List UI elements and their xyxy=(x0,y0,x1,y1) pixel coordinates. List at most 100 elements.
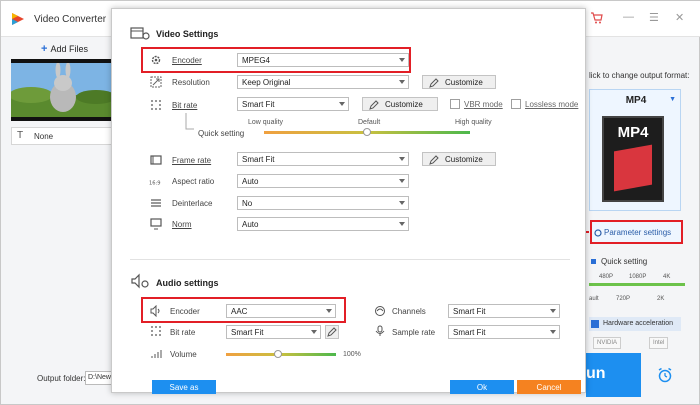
format-box-text: MP4 xyxy=(617,124,649,141)
hw-checkbox-icon xyxy=(591,320,599,328)
audio-bitrate-select[interactable]: Smart Fit xyxy=(226,325,321,339)
lossless-mode-checkbox[interactable] xyxy=(511,99,521,109)
video-bitrate-select[interactable]: Smart Fit xyxy=(237,97,349,111)
resolution-customize-button[interactable]: Customize xyxy=(422,75,496,89)
customize-label: Customize xyxy=(445,155,483,164)
deinterlace-label: Deinterlace xyxy=(172,199,213,208)
chevron-down-icon xyxy=(399,80,405,84)
norm-label[interactable]: Norm xyxy=(172,220,192,229)
add-files-button[interactable]: + Add Files xyxy=(41,43,88,55)
sample-rate-select[interactable]: Smart Fit xyxy=(448,325,560,339)
chevron-down-icon: ▼ xyxy=(669,96,676,103)
parameter-settings-button[interactable]: Parameter settings xyxy=(590,220,683,244)
ok-button[interactable]: Ok xyxy=(450,380,514,394)
resolution-icon xyxy=(150,76,162,88)
audio-bitrate-value: Smart Fit xyxy=(231,328,264,337)
aspect-ratio-select[interactable]: Auto xyxy=(237,174,409,188)
quick-setting-dot-icon xyxy=(591,259,596,264)
channels-value: Smart Fit xyxy=(453,307,486,316)
file-list-item[interactable]: T None xyxy=(11,127,113,145)
film-reel-icon xyxy=(614,144,652,192)
chevron-down-icon xyxy=(339,102,345,106)
frame-rate-icon xyxy=(150,155,162,165)
volume-label: Volume xyxy=(170,350,197,359)
frame-rate-label[interactable]: Frame rate xyxy=(172,156,211,165)
run-button[interactable]: un xyxy=(586,353,641,397)
section-divider xyxy=(130,259,570,260)
text-icon: T xyxy=(17,130,24,141)
cart-icon[interactable] xyxy=(590,11,604,25)
res-label-1080p: 1080P xyxy=(629,274,647,280)
quick-setting-label: Quick setting xyxy=(198,129,245,138)
framerate-customize-button[interactable]: Customize xyxy=(422,152,496,166)
audio-settings-icon xyxy=(131,273,149,289)
frame-rate-value: Smart Fit xyxy=(242,155,275,164)
channels-icon xyxy=(375,306,385,316)
chevron-down-icon xyxy=(399,201,405,205)
format-hint: lick to change output format: xyxy=(589,71,690,80)
encoder-highlight-box xyxy=(141,47,411,73)
settings-dialog: Video Settings Encoder MPEG4 Resolution … xyxy=(111,8,586,394)
channels-select[interactable]: Smart Fit xyxy=(448,304,560,318)
norm-select[interactable]: Auto xyxy=(237,217,409,231)
resolution-value: Keep Original xyxy=(242,78,291,87)
vbr-mode-checkbox[interactable] xyxy=(450,99,460,109)
video-bitrate-label[interactable]: Bit rate xyxy=(172,101,197,110)
bitrate-customize-button[interactable]: Customize xyxy=(362,97,438,111)
norm-value: Auto xyxy=(242,220,259,229)
deinterlace-select[interactable]: No xyxy=(237,196,409,210)
file-item-label: None xyxy=(34,132,54,141)
mp4-format-icon: MP4 xyxy=(602,116,664,202)
audio-bitrate-edit-button[interactable] xyxy=(325,325,339,339)
resolution-slider[interactable] xyxy=(589,283,685,286)
chevron-down-icon xyxy=(399,222,405,226)
pencil-icon xyxy=(327,327,337,337)
chevron-down-icon xyxy=(399,157,405,161)
resolution-label: Resolution xyxy=(172,78,210,87)
settings-icon xyxy=(594,229,602,237)
video-settings-title: Video Settings xyxy=(156,29,219,39)
video-bitrate-value: Smart Fit xyxy=(242,100,275,109)
menu-icon[interactable]: ☰ xyxy=(649,11,659,24)
intel-badge: Intel xyxy=(649,337,669,349)
chevron-down-icon xyxy=(399,179,405,183)
nvidia-badge: NVIDIA xyxy=(593,337,622,349)
volume-slider-thumb[interactable] xyxy=(273,350,282,358)
alarm-clock-icon[interactable] xyxy=(657,367,673,383)
pencil-icon xyxy=(429,78,439,88)
hw-accel-label: Hardware acceleration xyxy=(603,320,674,327)
chevron-down-icon xyxy=(550,330,556,334)
parameter-settings-label: Parameter settings xyxy=(604,228,672,237)
minimize-icon[interactable]: — xyxy=(623,11,634,23)
quick-setting-right-label: Quick setting xyxy=(601,257,648,266)
quality-slider-thumb[interactable] xyxy=(363,128,371,136)
customize-label: Customize xyxy=(445,78,483,87)
res-label-2k: 2K xyxy=(657,296,665,302)
lossless-mode-label[interactable]: Lossless mode xyxy=(525,100,578,109)
volume-value: 100% xyxy=(343,351,361,358)
aspect-ratio-icon: 16:9 xyxy=(149,181,161,187)
vbr-mode-label[interactable]: VBR mode xyxy=(464,100,503,109)
microphone-icon xyxy=(375,325,385,336)
cancel-button[interactable]: Cancel xyxy=(517,380,581,394)
bracket-line-icon xyxy=(185,113,194,130)
frame-rate-select[interactable]: Smart Fit xyxy=(237,152,409,166)
output-folder-label: Output folder: xyxy=(37,374,86,383)
hardware-acceleration-toggle[interactable]: Hardware acceleration xyxy=(589,317,681,331)
bitrate-icon xyxy=(151,100,161,110)
output-format-card[interactable]: MP4 ▼ MP4 xyxy=(589,89,681,211)
close-icon[interactable]: ✕ xyxy=(675,11,684,24)
video-settings-icon xyxy=(130,27,150,40)
res-label-480p: 480P xyxy=(599,274,614,280)
high-quality-label: High quality xyxy=(455,119,492,126)
plus-icon: + xyxy=(41,43,48,55)
resolution-select[interactable]: Keep Original xyxy=(237,75,409,89)
aspect-ratio-label: Aspect ratio xyxy=(172,177,215,186)
volume-bars-icon xyxy=(151,350,162,358)
video-thumbnail[interactable] xyxy=(11,59,113,121)
save-as-button[interactable]: Save as xyxy=(152,380,216,394)
thumbnail-image xyxy=(11,59,113,121)
pencil-icon xyxy=(369,100,379,110)
chevron-down-icon xyxy=(311,330,317,334)
audio-bitrate-icon xyxy=(151,326,161,336)
